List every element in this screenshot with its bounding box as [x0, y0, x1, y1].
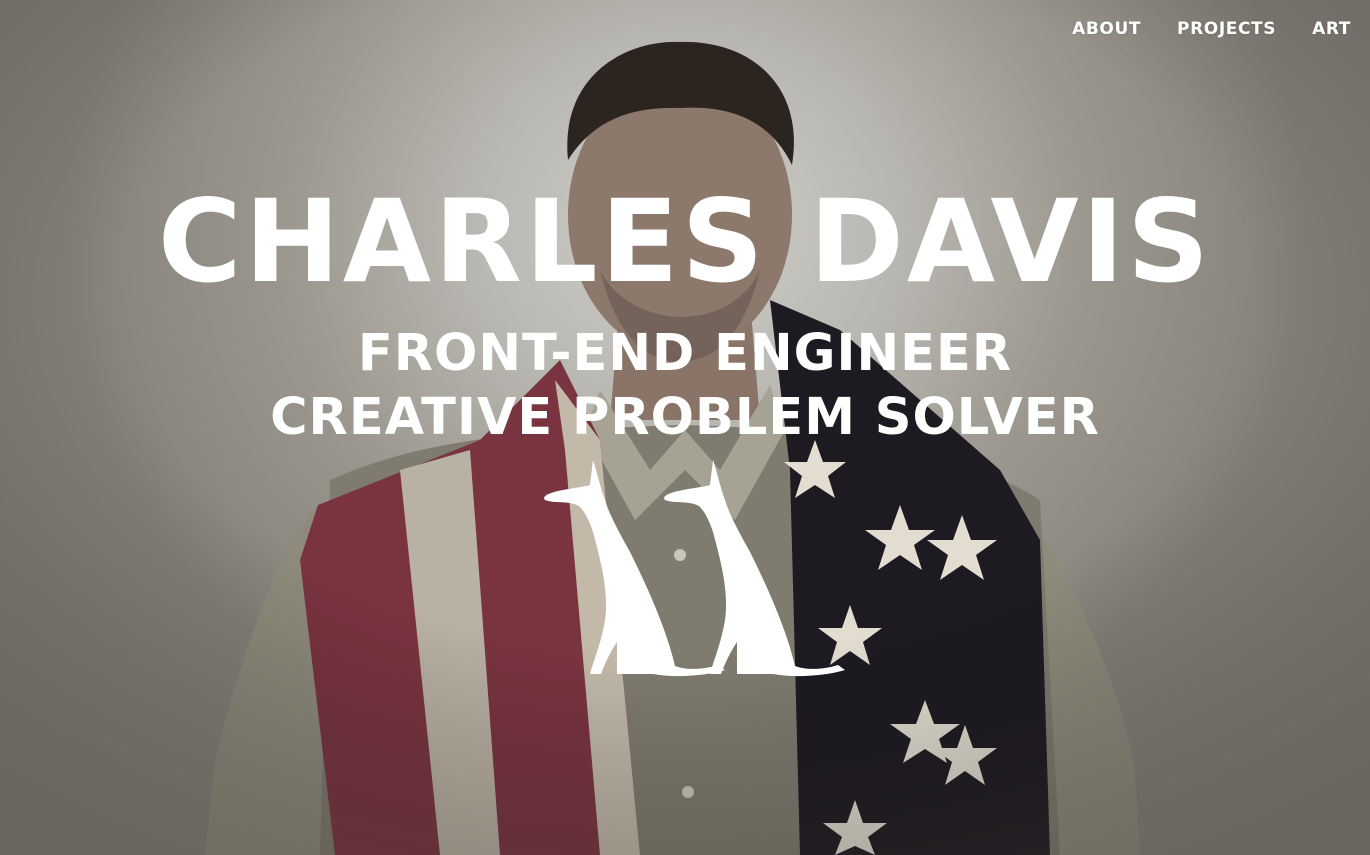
nav-link-projects[interactable]: PROJECTS — [1177, 19, 1276, 39]
nav-link-art[interactable]: ART — [1312, 19, 1351, 39]
nav-link-about[interactable]: ABOUT — [1072, 19, 1141, 39]
hero-section: ABOUT PROJECTS ART CHARLES DAVIS FRONT-E… — [0, 0, 1370, 855]
two-dogs-logo-icon — [544, 460, 845, 677]
hero-subtitle-tagline: CREATIVE PROBLEM SOLVER — [270, 388, 1100, 447]
hero-subtitle-role: FRONT-END ENGINEER — [357, 324, 1013, 383]
hero-name-title: CHARLES DAVIS — [157, 175, 1213, 308]
top-nav: ABOUT PROJECTS ART — [1072, 19, 1351, 39]
